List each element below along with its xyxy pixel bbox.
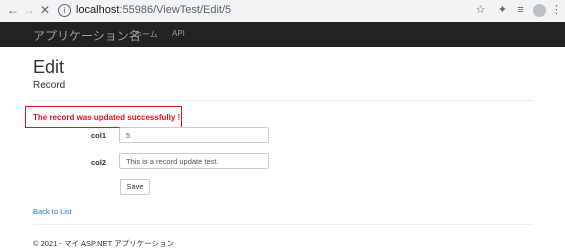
col1-label: col1 xyxy=(90,131,106,140)
info-icon[interactable]: i xyxy=(58,4,71,17)
app-navbar: アプリケーション名 ホーム API xyxy=(0,22,565,47)
col2-label: col2 xyxy=(90,158,106,167)
back-to-list-link[interactable]: Back to List xyxy=(33,207,72,216)
star-icon[interactable]: ☆ xyxy=(474,4,487,17)
url-text[interactable]: localhost:55986/ViewTest/Edit/5 xyxy=(76,4,231,16)
stop-loading-icon[interactable]: ✕ xyxy=(38,3,52,17)
address-bar[interactable]: i localhost:55986/ViewTest/Edit/5 xyxy=(56,2,456,19)
reading-list-icon[interactable]: ≡ xyxy=(514,4,527,17)
alert-message: The record was updated successfully ! xyxy=(33,113,181,122)
save-button[interactable]: Save xyxy=(120,179,150,195)
forward-arrow-icon[interactable]: → xyxy=(22,3,36,17)
avatar[interactable] xyxy=(533,4,546,17)
brand-link[interactable]: アプリケーション名 xyxy=(33,27,141,44)
page-title: Edit xyxy=(33,57,65,77)
back-arrow-icon[interactable]: ← xyxy=(6,3,20,17)
puzzle-icon[interactable]: ✦ xyxy=(496,4,509,17)
page-subtitle: Record xyxy=(33,80,66,91)
footer-text: © 2021 - マイ ASP.NET アプリケーション xyxy=(33,239,174,248)
kebab-menu-icon[interactable]: ⋮ xyxy=(550,4,563,17)
nav-home-link[interactable]: ホーム xyxy=(134,29,158,40)
divider xyxy=(33,100,533,101)
nav-api-link[interactable]: API xyxy=(172,29,185,38)
browser-toolbar: ← → ✕ i localhost:55986/ViewTest/Edit/5 … xyxy=(0,0,565,23)
col1-input[interactable] xyxy=(119,127,269,143)
divider xyxy=(33,224,533,225)
col2-input[interactable] xyxy=(119,153,269,169)
success-alert: The record was updated successfully ! xyxy=(25,106,182,128)
